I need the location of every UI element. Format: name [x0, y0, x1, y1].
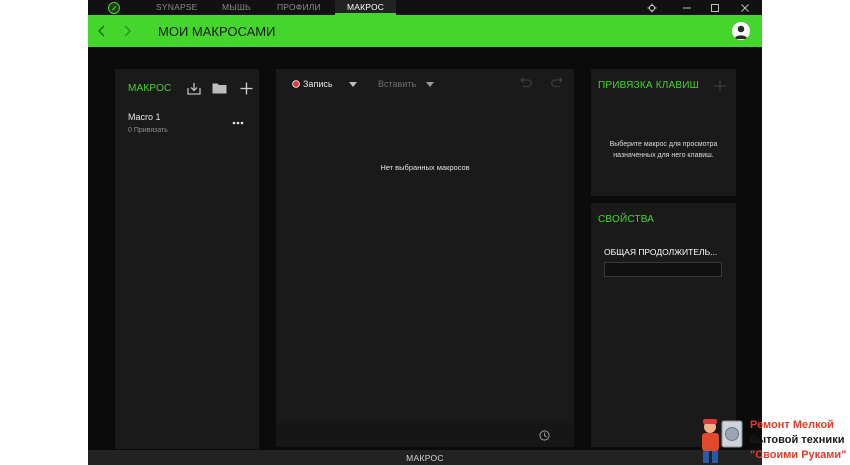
properties-panel: СВОЙСТВА ОБЩАЯ ПРОДОЛЖИТЕЛЬ... — [591, 203, 736, 447]
forward-arrow-icon[interactable] — [120, 23, 134, 39]
folder-icon[interactable] — [211, 81, 227, 95]
total-duration-label: ОБЩАЯ ПРОДОЛЖИТЕЛЬ... — [604, 247, 718, 257]
watermark-line1: Ремонт Мелкой — [750, 419, 834, 431]
undo-icon[interactable] — [517, 75, 533, 91]
macro-list-panel: МАКРОС Macro 1 0 Привязать — [115, 69, 259, 449]
more-options-icon[interactable] — [231, 119, 245, 127]
record-label: Запись — [303, 79, 333, 89]
device-label-bar: МАКРОС — [88, 450, 762, 465]
minimize-icon[interactable] — [680, 0, 694, 15]
properties-panel-title: СВОЙСТВА — [598, 214, 655, 225]
bindings-description-line2: назначенных для него клавиш. — [613, 152, 714, 159]
watermark: Ремонт Мелкой бытовой техники "Своими Ру… — [693, 412, 850, 465]
page-header: МОИ МАКРОСАМИ — [88, 15, 762, 47]
total-duration-field[interactable] — [604, 262, 722, 277]
bindings-description: Выберите макрос для просмотра назначенны… — [597, 139, 730, 161]
macro-item-bindings: 0 Привязать — [128, 127, 168, 134]
gear-icon[interactable] — [645, 0, 659, 15]
macro-panel-title: МАКРОС — [128, 83, 172, 94]
back-arrow-icon[interactable] — [95, 23, 109, 39]
tab-profiles[interactable]: ПРОФИЛИ — [277, 0, 321, 15]
close-icon[interactable] — [738, 0, 752, 15]
tab-mouse[interactable]: МЫШЬ — [222, 0, 251, 15]
chevron-down-icon — [348, 80, 357, 88]
bindings-panel-title: ПРИВЯЗКА КЛАВИШ — [598, 80, 699, 91]
tab-macro[interactable]: МАКРОС — [335, 0, 397, 15]
avatar[interactable] — [732, 22, 750, 40]
editor-footer — [276, 423, 574, 447]
macro-item-name: Macro 1 — [128, 112, 161, 122]
plus-icon[interactable] — [238, 81, 254, 95]
redo-icon[interactable] — [550, 75, 566, 91]
tab-synapse[interactable]: SYNAPSE — [156, 0, 198, 15]
watermark-logo-icon — [698, 415, 746, 465]
insert-label: Вставить — [378, 79, 417, 89]
key-bindings-panel: ПРИВЯЗКА КЛАВИШ Выберите макрос для прос… — [591, 69, 736, 196]
clock-icon[interactable] — [538, 429, 550, 441]
plus-icon — [713, 79, 727, 93]
maximize-icon[interactable] — [708, 0, 722, 15]
synapse-window: SYNAPSE МЫШЬ ПРОФИЛИ МАКРОС МОИ МАКРОСАМ… — [88, 0, 762, 465]
record-icon — [291, 79, 300, 88]
razer-logo-icon — [106, 0, 121, 15]
import-icon[interactable] — [186, 81, 202, 95]
watermark-line3: "Своими Руками" — [750, 449, 847, 461]
chevron-down-icon — [425, 80, 434, 88]
macro-editor-panel: Запись Вставить Нет выбранных макросов — [276, 69, 574, 447]
watermark-line2: бытовой техники — [750, 434, 845, 446]
empty-state-message: Нет выбранных макросов — [380, 163, 470, 172]
bindings-description-line1: Выберите макрос для просмотра — [609, 141, 718, 148]
title-bar: SYNAPSE МЫШЬ ПРОФИЛИ МАКРОС — [88, 0, 762, 15]
page-title: МОИ МАКРОСАМИ — [158, 24, 276, 39]
